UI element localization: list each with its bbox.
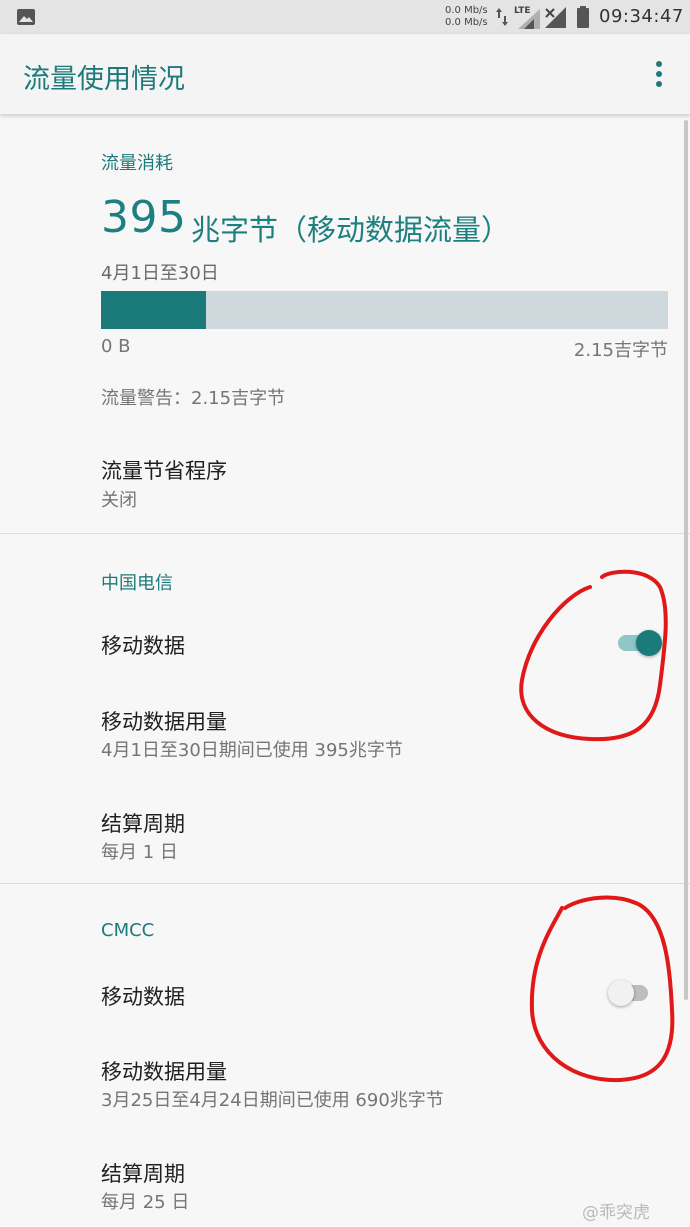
usage-period: 4月1日至30日 bbox=[101, 263, 219, 284]
usage-warning[interactable]: 流量警告：2.15吉字节 bbox=[101, 384, 285, 410]
usage-row-detail: 4月1日至30日期间已使用 395兆字节 bbox=[101, 740, 403, 761]
carrier-name: CMCC bbox=[101, 920, 155, 941]
billing-title: 结算周期 bbox=[101, 812, 185, 836]
download-speed: 0.0 Mb/s bbox=[445, 17, 488, 28]
usage-unit: 兆字节（移动数据流量） bbox=[191, 213, 511, 247]
clock: 09:34:47 bbox=[599, 6, 684, 27]
usage-section-label: 流量消耗 bbox=[101, 153, 173, 174]
billing-value: 每月 1 日 bbox=[101, 842, 178, 863]
status-bar: 0.0 Mb/s 0.0 Mb/s LTE 09:34:47 bbox=[0, 0, 690, 34]
data-saver-row[interactable]: 流量节省程序 关闭 bbox=[0, 440, 690, 530]
network-speed: 0.0 Mb/s 0.0 Mb/s bbox=[445, 5, 488, 29]
image-notification-icon bbox=[17, 9, 35, 25]
divider bbox=[0, 533, 690, 534]
carrier-name: 中国电信 bbox=[101, 573, 173, 594]
usage-progress-fill bbox=[101, 291, 206, 329]
data-saver-value: 关闭 bbox=[101, 490, 137, 511]
annotation-circle bbox=[519, 569, 668, 742]
usage-row-title: 移动数据用量 bbox=[101, 1060, 227, 1084]
scale-min-label: 0 B bbox=[101, 336, 131, 357]
app-bar: 流量使用情况 bbox=[0, 34, 690, 114]
scrollbar[interactable] bbox=[684, 120, 688, 1000]
battery-icon bbox=[577, 6, 589, 28]
lte-signal-icon: LTE bbox=[514, 6, 542, 29]
no-signal-icon bbox=[545, 7, 566, 28]
divider bbox=[0, 883, 690, 884]
scale-max-label: 2.15吉字节 bbox=[573, 340, 668, 361]
upload-speed: 0.0 Mb/s bbox=[445, 5, 488, 16]
usage-amount: 395 bbox=[101, 192, 187, 243]
more-vert-icon[interactable] bbox=[644, 58, 674, 90]
mobile-data-label: 移动数据 bbox=[101, 634, 185, 658]
usage-row-title: 移动数据用量 bbox=[101, 710, 227, 734]
data-saver-title: 流量节省程序 bbox=[101, 459, 227, 483]
usage-progress-bar bbox=[101, 291, 668, 329]
billing-value: 每月 25 日 bbox=[101, 1192, 190, 1213]
billing-title: 结算周期 bbox=[101, 1162, 185, 1186]
data-activity-icon bbox=[496, 8, 508, 26]
watermark: @乖突虎 bbox=[582, 1203, 650, 1223]
billing-cycle-row[interactable]: 结算周期 每月 1 日 bbox=[0, 792, 690, 876]
mobile-data-label: 移动数据 bbox=[101, 985, 185, 1009]
annotation-circle bbox=[529, 895, 675, 1083]
page-title: 流量使用情况 bbox=[23, 64, 185, 95]
usage-row-detail: 3月25日至4月24日期间已使用 690兆字节 bbox=[101, 1090, 444, 1111]
